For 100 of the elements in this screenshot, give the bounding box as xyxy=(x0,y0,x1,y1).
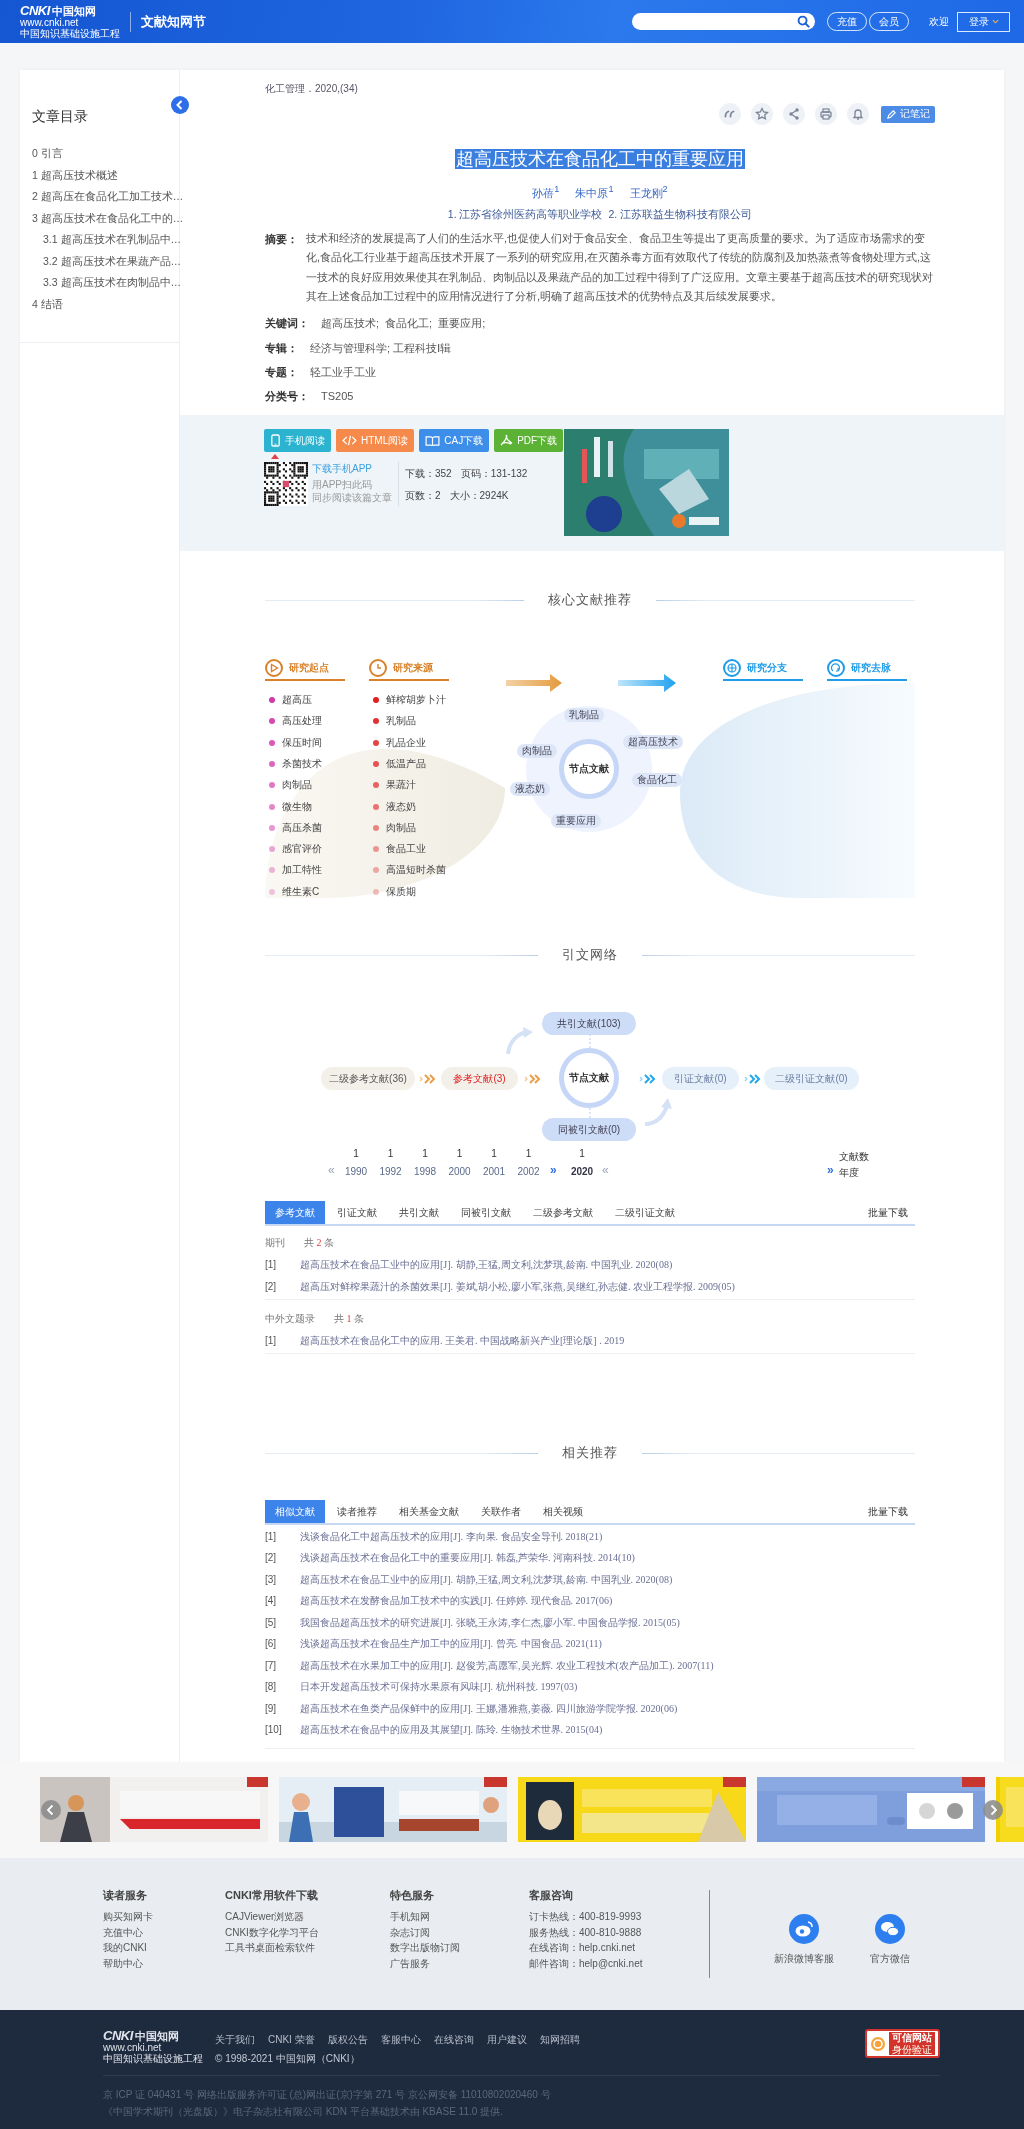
footer-link[interactable]: 杂志订阅 xyxy=(390,1924,529,1941)
author-link[interactable]: 王龙刚$^{2}$ xyxy=(629,181,668,201)
reference-link[interactable]: 浅谈超高压技术在食品化工中的重要应用[J]. 韩磊,芦荣华. 河南科技. 2014(10) xyxy=(300,1551,635,1566)
batch-download-link[interactable]: 批量下载 xyxy=(868,1205,908,1220)
footer-link[interactable]: 我的CNKI xyxy=(103,1940,225,1957)
eye-icon[interactable] xyxy=(789,1914,819,1944)
keyword-link[interactable]: 鲜榨胡萝卜汁 xyxy=(386,693,446,707)
print-icon[interactable] xyxy=(815,103,837,125)
reference-link[interactable]: 日本开发超高压技术可保持水果原有风味[J]. 杭州科技. 1997(03) xyxy=(300,1680,578,1695)
keyword-link[interactable]: 果蔬汁 xyxy=(386,778,416,793)
footer-link[interactable]: CNKI 荣誉 xyxy=(268,2033,315,2047)
keyword-bubble[interactable]: 食品化工 xyxy=(632,773,682,787)
tab[interactable]: 同被引文献 xyxy=(451,1201,521,1224)
footer-link[interactable]: 服务热线：400-810-9888 xyxy=(529,1924,709,1941)
toc-item[interactable]: 3.1 超高压技术在乳制品中… xyxy=(32,229,179,251)
reference-link[interactable]: 浅谈食品化工中超高压技术的应用[J]. 李向果. 食品安全导刊. 2018(21) xyxy=(300,1529,603,1544)
toc-item[interactable]: 4 结语 xyxy=(32,293,179,315)
tab[interactable]: 相似文献 xyxy=(265,1500,325,1523)
batch-download-link[interactable]: 批量下载 xyxy=(868,1504,908,1519)
center-node[interactable]: 节点文献 xyxy=(559,1048,619,1108)
bell-icon[interactable] xyxy=(847,103,869,125)
reference-link[interactable]: 超高压对鲜榨果蔬汁的杀菌效果[J]. 姜斌,胡小松,廖小军,张燕,吴继红,孙志健. 农业工程学报. 2009(05) xyxy=(300,1280,735,1294)
logo-chinese-name[interactable]: 中国知网 xyxy=(51,6,96,17)
footer-link[interactable]: 用户建议 xyxy=(486,2033,527,2047)
tab[interactable]: 二级引证文献 xyxy=(605,1201,685,1224)
citation-node[interactable]: 二级参考文献(36) xyxy=(321,1067,415,1090)
keyword-bubble[interactable]: 乳制品 xyxy=(564,708,604,722)
keyword-bubble[interactable]: 超高压技术 xyxy=(623,735,683,749)
year-link[interactable]: 1992 xyxy=(379,1166,402,1177)
keyword-link[interactable]: 食品工业 xyxy=(386,842,426,857)
reference-link[interactable]: 超高压技术在食品工业中的应用[J]. 胡静,王猛,周文利,沈梦琪,龄南. 中国乳业. 2020(08) xyxy=(300,1572,673,1587)
citation-node[interactable]: 共引文献(103) xyxy=(542,1012,636,1035)
keyword-link[interactable]: 高温短时杀菌 xyxy=(386,863,446,878)
footer-link[interactable]: 帮助中心 xyxy=(103,1956,225,1972)
tab[interactable]: 二级参考文献 xyxy=(523,1201,603,1224)
footer-link[interactable]: 知网招聘 xyxy=(539,2033,580,2047)
search-field[interactable] xyxy=(632,13,815,30)
footer-link[interactable]: CNKI数字化学习平台 xyxy=(225,1924,390,1941)
citation-node[interactable]: 二级引证文献(0) xyxy=(764,1067,859,1090)
citation-node[interactable]: 参考文献(3) xyxy=(441,1067,518,1090)
reference-link[interactable]: 超高压技术在水果加工中的应用[J]. 赵俊芳,高愿军,吴光辉. 农业工程技术(农产品加工). 2007(11) xyxy=(300,1658,714,1673)
footer-link[interactable]: 客服中心 xyxy=(380,2033,421,2047)
footer-link[interactable]: CAJViewer浏览器 xyxy=(225,1909,390,1925)
year-link[interactable]: 2020 xyxy=(570,1166,594,1177)
footer-link[interactable]: 邮件咨询：help@cnki.net xyxy=(529,1956,709,1972)
tab[interactable]: 共引文献 xyxy=(389,1201,449,1224)
citation-node[interactable]: 同被引文献(0) xyxy=(542,1118,636,1141)
tab[interactable]: 读者推荐 xyxy=(327,1500,387,1523)
author-link[interactable]: 朱中原$^{1}$ xyxy=(575,181,614,201)
reference-link[interactable]: 超高压技术在食品化工中的应用. 王美君. 中国战略新兴产业[理论版] . 2019 xyxy=(300,1334,625,1348)
keyword-link[interactable]: 乳制品 xyxy=(386,714,416,729)
reference-link[interactable]: 超高压技术在食品工业中的应用[J]. 胡静,王猛,周文利,沈梦琪,龄南. 中国乳业. 2020(08) xyxy=(300,1258,673,1272)
tab[interactable]: 关联作者 xyxy=(471,1500,531,1523)
keyword-link[interactable]: 超高压技术; xyxy=(321,313,380,332)
keyword-bubble[interactable]: 重要应用 xyxy=(551,814,601,828)
keyword-bubble[interactable]: 肉制品 xyxy=(517,744,557,758)
share-icon[interactable] xyxy=(783,103,805,125)
footer-link[interactable]: 广告服务 xyxy=(390,1956,529,1972)
tab[interactable]: 引证文献 xyxy=(327,1201,387,1224)
reference-link[interactable]: 我国食品超高压技术的研究进展[J]. 张晓,王永涛,李仁杰,廖小军. 中国食品学报. 2015(05) xyxy=(300,1615,680,1630)
year-link[interactable]: 1998 xyxy=(413,1166,437,1177)
logo-brand[interactable]: CNKI xyxy=(20,4,50,17)
keyword-link[interactable]: 保质期 xyxy=(386,884,416,899)
footer-link[interactable]: 工具书桌面检索软件 xyxy=(225,1940,390,1957)
reference-link[interactable]: 超高压技术在鱼类产品保鲜中的应用[J]. 王娜,潘雅燕,姜薇. 四川旅游学院学报. 2020(06) xyxy=(300,1701,678,1716)
footer-link[interactable]: 关于我们 xyxy=(215,2033,255,2047)
reference-link[interactable]: 超高压技术在食品中的应用及其展望[J]. 陈玲. 生物技术世界. 2015(04) xyxy=(300,1723,603,1738)
expand-link[interactable]: » xyxy=(550,1163,557,1177)
footer-link[interactable]: 在线咨询 xyxy=(433,2033,474,2047)
login-button[interactable]: 登录 xyxy=(957,11,1010,32)
toc-item[interactable]: 3.3 超高压技术在肉制品中… xyxy=(32,272,179,294)
keyword-link[interactable]: 保压时间 xyxy=(282,735,322,750)
journal-source[interactable]: 化工管理．2020,(34) xyxy=(265,82,935,96)
collapse-icon[interactable] xyxy=(171,96,189,114)
tab[interactable]: 相关视频 xyxy=(533,1500,593,1523)
footer-link[interactable]: 数字出版物订阅 xyxy=(390,1940,529,1957)
keyword-link[interactable]: 乳品企业 xyxy=(386,735,426,750)
footer-link[interactable]: 手机知网 xyxy=(390,1909,529,1925)
keyword-link[interactable]: 肉制品 xyxy=(282,778,312,793)
trust-badge[interactable]: 可信网站 身份验证 xyxy=(865,2029,940,2058)
search-icon[interactable] xyxy=(797,15,810,28)
keyword-link[interactable]: 杀菌技术 xyxy=(282,756,322,771)
keyword-link[interactable]: 加工特性 xyxy=(282,863,322,878)
keyword-link[interactable]: 高压处理 xyxy=(282,714,322,729)
author-link[interactable]: 孙蓓$^{1}$ xyxy=(532,181,560,201)
keyword-link[interactable]: 超高压 xyxy=(282,693,312,707)
toc-item[interactable]: 1 超高压技术概述 xyxy=(32,164,179,186)
qr-code-icon[interactable] xyxy=(264,462,308,506)
footer-link[interactable]: 在线咨询：help.cnki.net xyxy=(529,1940,709,1957)
keyword-link[interactable]: 微生物 xyxy=(282,799,312,814)
affiliation-link[interactable]: 2. 江苏联益生物科技有限公司 xyxy=(608,205,753,222)
keyword-link[interactable]: 肉制品 xyxy=(386,820,416,835)
keyword-link[interactable]: 高压杀菌 xyxy=(282,820,322,835)
footer-link[interactable]: 订卡热线：400-819-9993 xyxy=(529,1909,709,1925)
toc-item[interactable]: 0 引言 xyxy=(32,143,179,165)
reference-link[interactable]: 超高压技术在发酵食品加工技术中的实践[J]. 任婷婷. 现代食品. 2017(06) xyxy=(300,1594,613,1609)
year-link[interactable]: 2000 xyxy=(448,1166,471,1177)
chat-bubbles-icon[interactable] xyxy=(875,1914,905,1944)
keyword-bubble[interactable]: 液态奶 xyxy=(510,782,550,796)
keyword-link[interactable]: 低温产品 xyxy=(386,756,426,771)
